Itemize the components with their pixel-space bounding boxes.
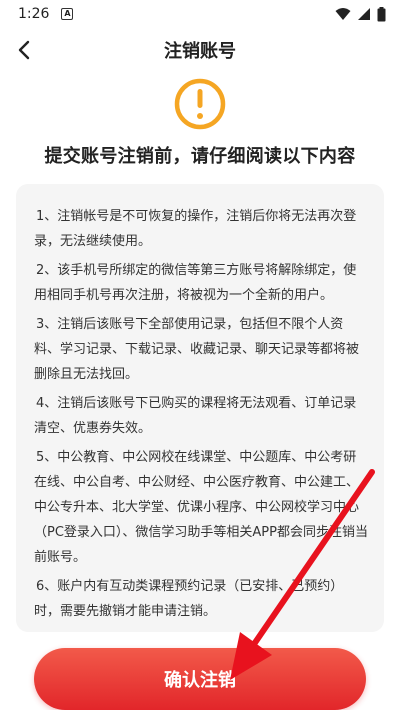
notice-item: 4、注销后该账号下已购买的课程将无法观看、订单记录清空、优惠券失效。: [34, 396, 357, 436]
warning-icon-wrap: [172, 76, 228, 132]
notice-item: 5、中公教育、中公网校在线课堂、中公题库、中公考研在线、中公自考、中公财经、中公…: [34, 450, 368, 565]
exclamation-circle-icon: [174, 78, 226, 130]
back-button[interactable]: [6, 32, 42, 68]
status-time: 1:26: [18, 6, 50, 22]
nav-bar: 注销账号: [0, 28, 400, 72]
page-title: 注销账号: [164, 41, 236, 62]
notice-item: 3、注销后该账号下全部使用记录，包括但不限个人资料、学习记录、下载记录、收藏记录…: [34, 317, 360, 382]
a-icon: A: [61, 8, 74, 20]
notice-card: 1、注销帐号是不可恢复的操作，注销后你将无法再次登录，无法继续使用。 2、该手机…: [16, 184, 384, 632]
confirm-cancel-account-button[interactable]: 确认注销: [34, 648, 366, 710]
wifi-icon: [335, 8, 351, 20]
notice-item: 1、注销帐号是不可恢复的操作，注销后你将无法再次登录，无法继续使用。: [34, 209, 357, 249]
status-left: 1:26 A: [18, 6, 74, 22]
chevron-left-icon: [18, 40, 30, 60]
status-right: [335, 6, 386, 22]
signal-icon: [358, 8, 370, 20]
notice-item: 6、账户内有互动类课程预约记录（已安排、已预约）时，需要先撤销才能申请注销。: [34, 579, 344, 619]
status-bar: 1:26 A: [0, 0, 400, 28]
notice-heading: 提交账号注销前，请仔细阅读以下内容: [44, 146, 356, 167]
notice-item: 2、该手机号所绑定的微信等第三方账号将解除绑定，使用相同手机号再次注册，将被视为…: [34, 263, 357, 303]
battery-icon: [377, 6, 386, 21]
